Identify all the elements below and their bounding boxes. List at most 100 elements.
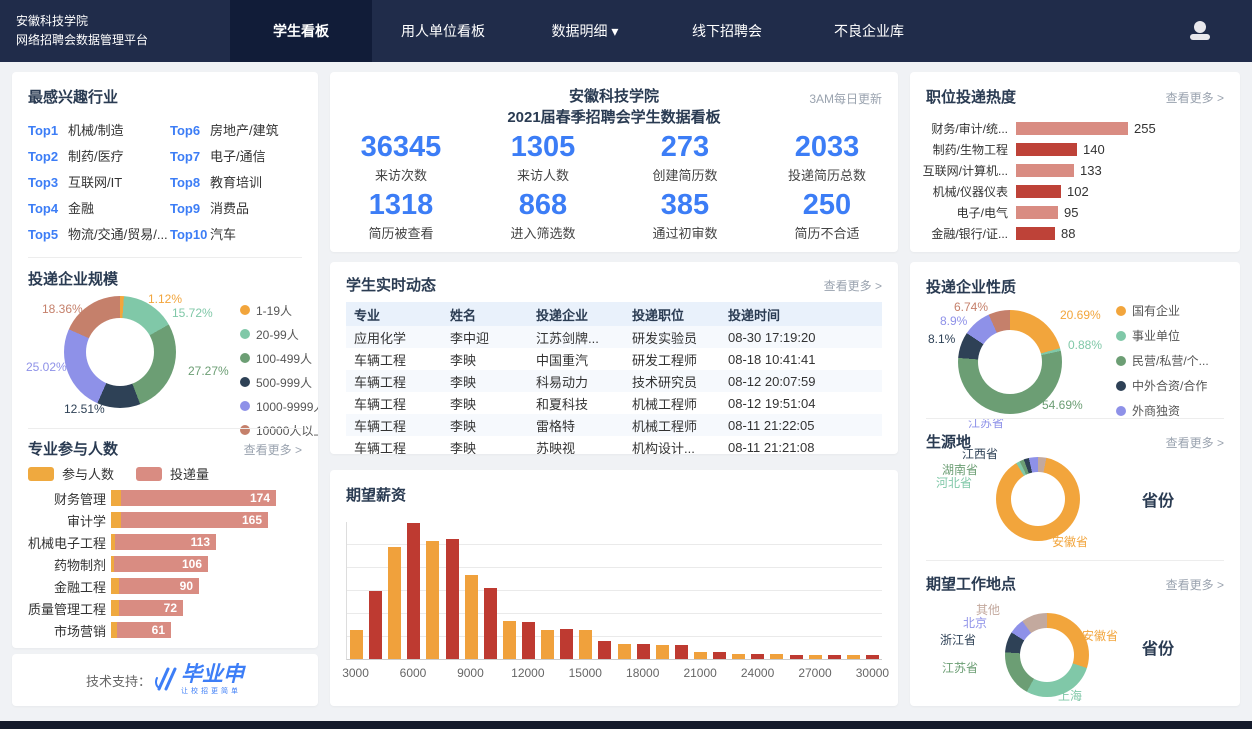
work-location-more-link[interactable]: 查看更多 > <box>1166 576 1224 593</box>
table-row: 车辆工程李映苏映视机构设计...08-11 21:21:08 <box>346 436 882 454</box>
donut-label: 安徽省 <box>1052 533 1088 550</box>
salary-x-axis-labels: 3000600090001200015000180002100024000270… <box>346 666 882 682</box>
salary-bar <box>809 655 822 659</box>
donut-label: 江西省 <box>962 445 998 462</box>
bottom-bar <box>0 721 1252 729</box>
legend-item: 1000-9999人 <box>240 394 318 418</box>
major-bar-row: 质量管理工程72 <box>12 597 318 619</box>
donut-label: 54.69% <box>1042 398 1083 412</box>
stat-cell: 36345来访次数 <box>330 130 472 188</box>
salary-bar <box>751 654 764 659</box>
salary-x-tick: 18000 <box>626 666 659 680</box>
legend-item: 事业单位 <box>1116 323 1209 348</box>
salary-bar <box>541 630 554 659</box>
industry-item: Top1机械/制造 <box>28 120 170 146</box>
table-header-cell: 专业 <box>346 305 442 324</box>
donut-label: 6.74% <box>954 300 988 314</box>
table-header-cell: 姓名 <box>442 305 528 324</box>
salary-bar <box>484 588 497 659</box>
major-bar-row: 药物制剂106 <box>12 553 318 575</box>
legend-swatch <box>28 467 54 481</box>
stat-cell: 1305来访人数 <box>472 130 614 188</box>
salary-x-tick: 30000 <box>856 666 889 680</box>
legend-item: 1-19人 <box>240 298 318 322</box>
industry-item: Top7电子/通信 <box>170 146 304 172</box>
left-panel: 最感兴趣行业 Top1机械/制造Top2制药/医疗Top3互联网/ITTop4金… <box>12 72 318 648</box>
work-location-donut <box>1005 613 1089 697</box>
salary-bar <box>694 652 707 659</box>
stat-cell: 1318简历被查看 <box>330 188 472 246</box>
salary-x-tick: 24000 <box>741 666 774 680</box>
industry-item: Top6房地产/建筑 <box>170 120 304 146</box>
donut-label: 浙江省 <box>940 631 976 648</box>
update-note: 3AM每日更新 <box>809 90 882 107</box>
donut-label: 25.02% <box>26 360 67 374</box>
salary-bar <box>618 644 631 659</box>
donut-label: 江苏省 <box>968 419 1004 431</box>
major-bar-row: 市场营销61 <box>12 619 318 641</box>
brand: 安徽科技学院 网络招聘会数据管理平台 <box>16 12 148 50</box>
legend-item: 100-499人 <box>240 346 318 370</box>
salary-bar <box>713 652 726 659</box>
position-heat-more-link[interactable]: 查看更多 > <box>1166 89 1224 106</box>
stats-grid: 36345来访次数1305来访人数273创建简历数2033投递简历总数1318简… <box>330 130 898 246</box>
donut-label: 河北省 <box>936 474 972 491</box>
heat-bar-row: 互联网/计算机...133 <box>910 160 1240 181</box>
legend-item: 500-999人 <box>240 370 318 394</box>
table-row: 车辆工程李映科易动力技术研究员08-12 20:07:59 <box>346 370 882 392</box>
work-location-axis-note: 省份 <box>1142 635 1174 659</box>
major-bars: 财务管理174审计学165机械电子工程113药物制剂106金融工程90质量管理工… <box>12 487 318 641</box>
legend-item: 10000人以上 <box>240 418 318 442</box>
salary-title: 期望薪资 <box>346 484 406 505</box>
industry-item: Top10汽车 <box>170 224 304 250</box>
nav-tab[interactable]: 线下招聘会 <box>656 0 798 62</box>
legend-swatch <box>136 467 162 481</box>
brand-line1: 安徽科技学院 <box>16 12 148 31</box>
table-row: 车辆工程李映和夏科技机械工程师08-12 19:51:04 <box>346 392 882 414</box>
major-bar-row: 机械电子工程113 <box>12 531 318 553</box>
logo-tagline: 让校招更简单 <box>181 686 244 696</box>
donut-label: 北京 <box>963 614 987 631</box>
legend-label: 参与人数 <box>62 464 114 483</box>
user-avatar-icon[interactable] <box>1188 19 1212 43</box>
industry-item: Top9消费品 <box>170 198 304 224</box>
donut-label: 0.88% <box>1068 338 1102 352</box>
heat-bar-row: 电子/电气95 <box>910 202 1240 223</box>
salary-x-tick: 27000 <box>798 666 831 680</box>
salary-bar <box>503 621 516 659</box>
industry-list: Top1机械/制造Top2制药/医疗Top3互联网/ITTop4金融Top5物流… <box>28 120 304 250</box>
salary-bar <box>637 644 650 659</box>
salary-bar <box>522 622 535 659</box>
table-row: 车辆工程李映雷格特机械工程师08-11 21:22:05 <box>346 414 882 436</box>
salary-bar <box>369 591 382 659</box>
stat-cell: 250简历不合适 <box>756 188 898 246</box>
nav-tab[interactable]: 学生看板 <box>230 0 372 62</box>
heat-bar-row: 制药/生物工程140 <box>910 139 1240 160</box>
origin-axis-note: 省份 <box>1142 487 1174 511</box>
industry-item: Top2制药/医疗 <box>28 146 170 172</box>
support-prefix: 技术支持： <box>86 671 151 690</box>
stat-cell: 273创建简历数 <box>614 130 756 188</box>
salary-bar <box>675 645 688 659</box>
industry-item: Top3互联网/IT <box>28 172 170 198</box>
origin-more-link[interactable]: 查看更多 > <box>1166 434 1224 451</box>
heat-bar-row: 金融/银行/证...88 <box>910 223 1240 244</box>
position-heat-bars: 财务/审计/统...255制药/生物工程140互联网/计算机...133机械/仪… <box>910 118 1240 244</box>
activity-more-link[interactable]: 查看更多 > <box>824 277 882 294</box>
major-more-link[interactable]: 查看更多 > <box>244 441 302 458</box>
legend-item: 民营/私营/个... <box>1116 348 1209 373</box>
origin-donut <box>996 457 1080 541</box>
donut-label: 18.36% <box>42 302 83 316</box>
donut-label: 8.1% <box>928 332 955 346</box>
nav-tab[interactable]: 数据明细 ▾ <box>514 0 656 62</box>
company-nature-legend: 国有企业事业单位民营/私营/个...中外合资/合作外商独资其他 <box>1116 298 1209 418</box>
table-row: 车辆工程李映中国重汽研发工程师08-18 10:41:41 <box>346 348 882 370</box>
nav-tab[interactable]: 用人单位看板 <box>372 0 514 62</box>
legend-label: 投递量 <box>170 464 209 483</box>
activity-title: 学生实时动态 <box>346 274 436 295</box>
nav-tab[interactable]: 不良企业库 <box>798 0 940 62</box>
legend-item: 国有企业 <box>1116 298 1209 323</box>
company-size-legend: 1-19人20-99人100-499人500-999人1000-9999人100… <box>240 298 318 442</box>
salary-x-tick: 15000 <box>569 666 602 680</box>
salary-x-tick: 12000 <box>511 666 544 680</box>
